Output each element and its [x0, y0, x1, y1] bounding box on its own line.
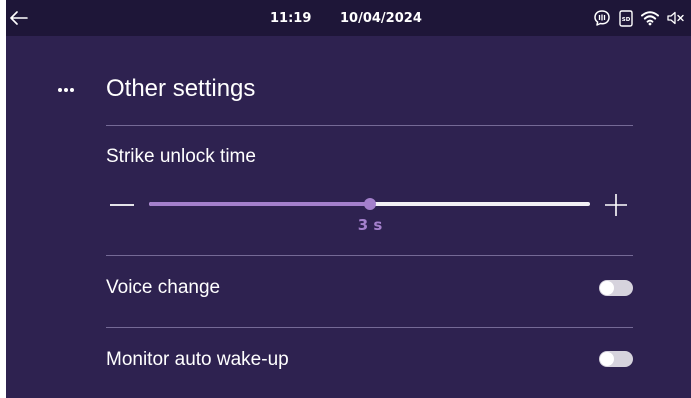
divider: [106, 327, 633, 328]
monitor-wake-label: Monitor auto wake-up: [106, 349, 289, 370]
speaker-muted-icon: [667, 11, 685, 25]
divider: [106, 125, 633, 126]
increase-button[interactable]: [601, 190, 631, 220]
more-dots-icon: [58, 88, 74, 92]
minus-icon: [110, 204, 134, 206]
more-options-button[interactable]: [56, 80, 76, 100]
voice-change-toggle[interactable]: [599, 280, 633, 296]
decrease-button[interactable]: [107, 190, 137, 220]
divider: [106, 255, 633, 256]
strike-unlock-slider[interactable]: [149, 198, 590, 210]
back-button[interactable]: [6, 0, 32, 36]
svg-text:SD: SD: [622, 17, 631, 23]
intercom-icon: [593, 9, 611, 27]
status-bar: 11:19 10/04/2024 SD: [6, 0, 691, 36]
toggle-knob: [600, 352, 614, 366]
back-arrow-icon: [10, 11, 28, 25]
clock-time: 11:19: [270, 11, 312, 26]
sd-card-icon: SD: [619, 9, 633, 27]
page-title: Other settings: [106, 75, 256, 102]
wifi-icon: [641, 10, 659, 26]
status-icons: SD: [593, 8, 685, 28]
clock-date: 10/04/2024: [340, 11, 422, 26]
screen: 11:19 10/04/2024 SD Other settings Strik…: [6, 0, 691, 398]
plus-icon: [605, 194, 627, 216]
slider-fill: [149, 202, 370, 206]
strike-unlock-label: Strike unlock time: [106, 146, 256, 167]
slider-value: 3 s: [357, 216, 383, 234]
voice-change-label: Voice change: [106, 277, 221, 298]
monitor-wake-toggle[interactable]: [599, 351, 633, 367]
toggle-knob: [600, 281, 614, 295]
slider-thumb[interactable]: [364, 198, 376, 210]
